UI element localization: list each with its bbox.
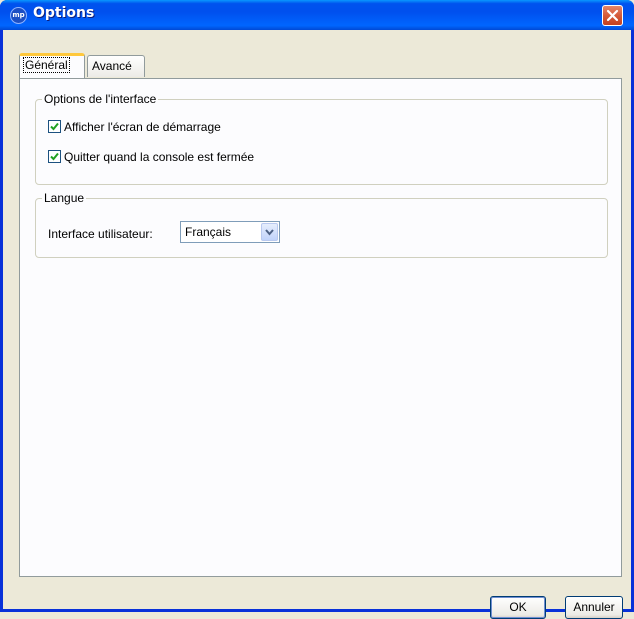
show-splash-label: Afficher l'écran de démarrage (64, 120, 221, 134)
show-splash-checkbox[interactable] (48, 120, 61, 133)
checkmark-icon (50, 152, 59, 161)
tab-avance-label: Avancé (92, 59, 132, 73)
app-logo-icon: mp (10, 7, 27, 24)
interface-options-legend: Options de l'interface (42, 92, 159, 106)
quit-on-close-label: Quitter quand la console est fermée (64, 150, 255, 164)
close-button[interactable] (602, 5, 623, 26)
language-legend: Langue (42, 191, 87, 205)
dropdown-button[interactable] (261, 223, 278, 241)
tab-panel-general: Options de l'interface Afficher l'écran … (19, 78, 622, 577)
language-group: Langue Interface utilisateur: Français (35, 191, 608, 258)
tab-general[interactable]: Général (19, 53, 85, 78)
close-icon (606, 9, 619, 22)
ui-language-select[interactable]: Français (180, 221, 280, 243)
chevron-down-icon (265, 229, 274, 236)
checkmark-icon (50, 122, 59, 131)
tab-general-label: Général (23, 57, 70, 73)
interface-options-group: Options de l'interface Afficher l'écran … (35, 92, 608, 185)
ui-language-label: Interface utilisateur: (48, 227, 153, 241)
tab-avance[interactable]: Avancé (87, 55, 145, 77)
cancel-button[interactable]: Annuler (565, 596, 623, 619)
window-title: Options (33, 5, 95, 21)
options-dialog: mp Options Général Avancé Options de l'i… (0, 0, 634, 619)
ui-language-value: Français (185, 225, 232, 239)
dialog-body: Général Avancé Options de l'interface Af… (3, 30, 631, 619)
ok-button[interactable]: OK (490, 596, 546, 619)
title-bar[interactable]: mp Options (0, 0, 634, 30)
quit-on-close-checkbox[interactable] (48, 150, 61, 163)
